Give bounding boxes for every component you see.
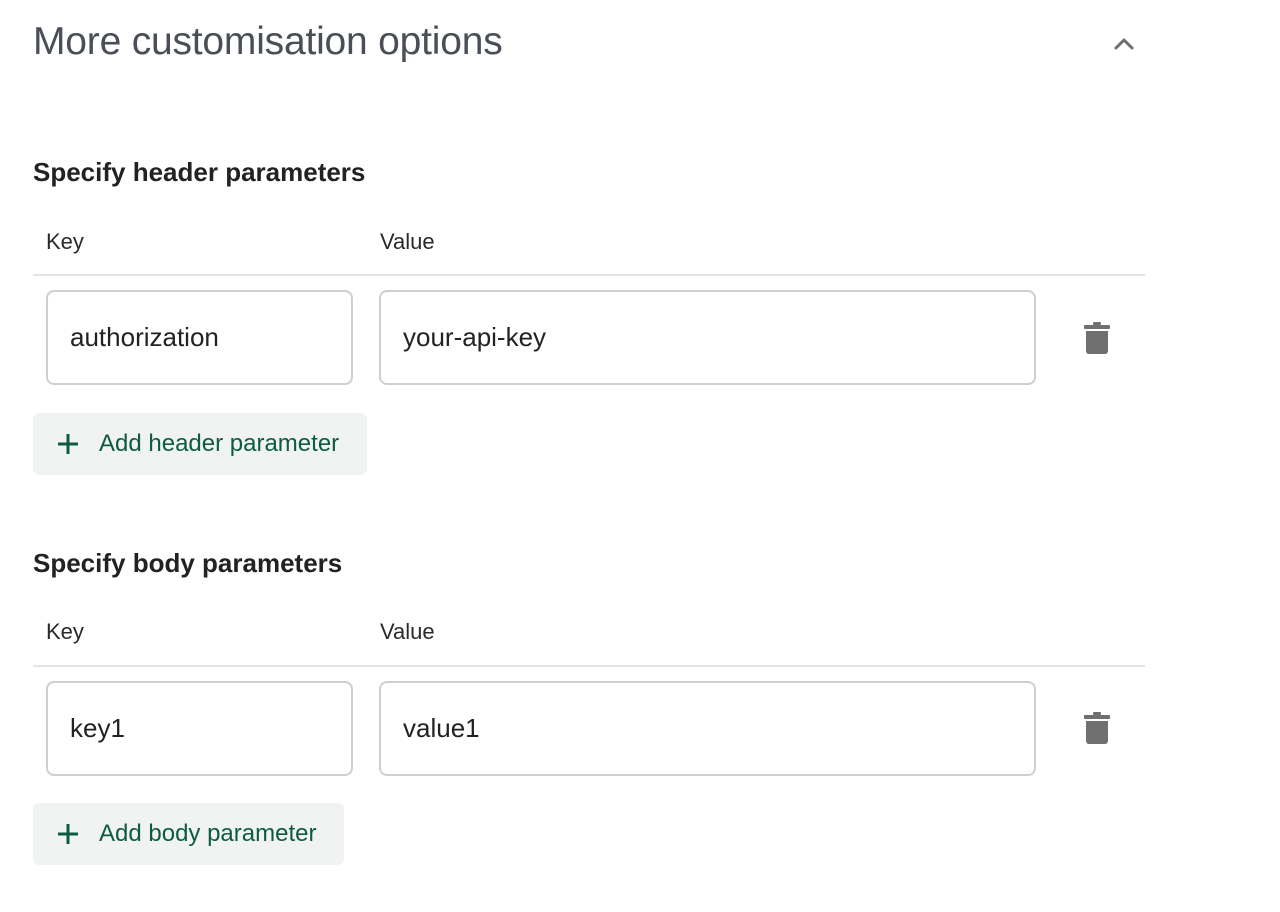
header-value-column-label: Value [380,229,435,254]
header-section-title: Specify header parameters [33,157,366,187]
add-header-parameter-label: Add header parameter [99,430,340,457]
header-key-input[interactable] [46,290,353,385]
body-value-column-label: Value [380,619,435,644]
add-body-parameter-button[interactable]: Add body parameter [33,803,345,865]
body-key-input[interactable] [46,681,353,776]
trash-icon[interactable] [1084,712,1110,744]
body-key-column-label: Key [46,619,84,644]
header-divider [33,274,1145,276]
body-divider [33,665,1145,667]
plus-icon [58,434,78,454]
header-value-input[interactable] [379,290,1036,385]
add-body-parameter-label: Add body parameter [99,820,317,847]
body-section-title: Specify body parameters [33,548,343,578]
body-value-input[interactable] [379,681,1036,776]
plus-icon [58,824,78,844]
header-key-column-label: Key [46,229,84,254]
panel-title: More customisation options [33,20,503,63]
add-header-parameter-button[interactable]: Add header parameter [33,413,368,475]
chevron-up-icon[interactable] [1110,30,1138,58]
trash-icon[interactable] [1084,322,1110,354]
